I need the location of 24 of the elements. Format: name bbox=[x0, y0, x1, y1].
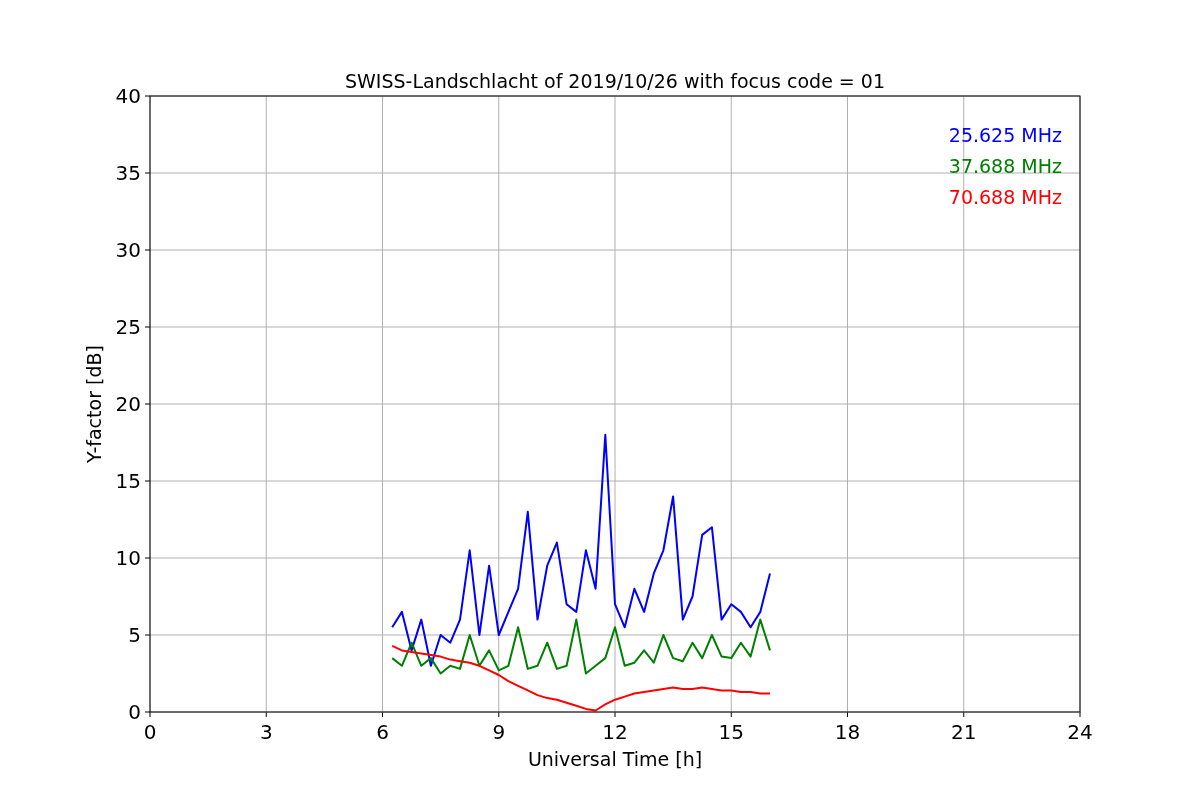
legend-label: 70.688 MHz bbox=[948, 186, 1062, 208]
tick-label: 0 bbox=[143, 720, 157, 744]
tick-label: 40 bbox=[115, 84, 141, 108]
axis-label: Universal Time [h] bbox=[527, 748, 703, 770]
tick-label: 0 bbox=[128, 700, 141, 724]
tick-label: 9 bbox=[492, 720, 506, 744]
tick-label: 25 bbox=[115, 315, 141, 339]
tick-label: 24 bbox=[1067, 720, 1093, 744]
tick-label: 5 bbox=[128, 623, 141, 647]
legend-label: 37.688 MHz bbox=[948, 155, 1062, 177]
tick-label: 20 bbox=[115, 392, 141, 416]
tick-label: 15 bbox=[718, 720, 744, 744]
tick-label: 10 bbox=[115, 546, 141, 570]
tick-label: 3 bbox=[259, 720, 273, 744]
chart-title: SWISS-Landschlacht of 2019/10/26 with focus code = 01 bbox=[345, 70, 885, 92]
tick-label: 12 bbox=[602, 720, 628, 744]
tick-label: 21 bbox=[951, 720, 977, 744]
tick-label: 18 bbox=[834, 720, 861, 744]
legend-label: 25.625 MHz bbox=[948, 124, 1062, 146]
tick-label: 35 bbox=[115, 161, 141, 185]
tick-label: 6 bbox=[376, 720, 389, 744]
tick-label: 30 bbox=[115, 238, 141, 262]
tick-label: 15 bbox=[115, 469, 141, 493]
axis-label: Y-factor [dB] bbox=[83, 345, 105, 463]
